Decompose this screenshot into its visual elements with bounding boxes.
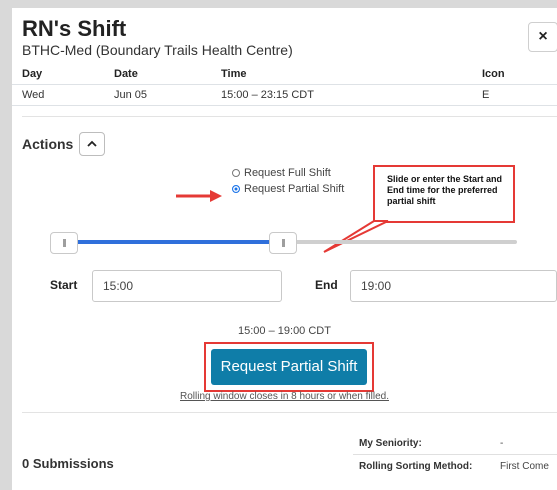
grip-icon <box>282 239 285 247</box>
radio-button-selected[interactable] <box>232 185 240 193</box>
table-row: Wed Jun 05 15:00 – 23:15 CDT E <box>12 85 557 106</box>
seniority-value: - <box>500 438 504 449</box>
rolling-window-note: Rolling window closes in 8 hours or when… <box>180 391 389 402</box>
submissions-count: 0 Submissions <box>22 456 114 471</box>
radio-label: Request Full Shift <box>244 167 331 179</box>
annotation-arrow-icon <box>176 190 222 202</box>
location-subtitle: BTHC-Med (Boundary Trails Health Centre) <box>22 42 293 58</box>
start-time-input[interactable]: 15:00 <box>92 270 282 302</box>
slider-end-handle[interactable] <box>269 232 297 254</box>
grip-icon <box>63 239 66 247</box>
divider <box>353 454 557 455</box>
chevron-up-icon <box>87 140 97 147</box>
page-title: RN's Shift <box>22 16 127 41</box>
cell-date: Jun 05 <box>114 89 148 101</box>
column-header-date: Date <box>114 68 138 80</box>
actions-heading: Actions <box>22 136 74 152</box>
cell-day: Wed <box>22 89 45 101</box>
slider-selected-range[interactable] <box>64 240 276 244</box>
seniority-label: My Seniority: <box>359 438 422 449</box>
end-time-input[interactable]: 19:00 <box>350 270 557 302</box>
column-header-time: Time <box>221 68 247 80</box>
selected-range-text: 15:00 – 19:00 CDT <box>238 325 331 337</box>
table-header-row: Day Date Time Icon <box>12 64 557 85</box>
end-label: End <box>315 278 338 292</box>
radio-button[interactable] <box>232 169 240 177</box>
start-label: Start <box>50 278 78 292</box>
slider-track[interactable] <box>272 240 517 244</box>
divider <box>22 412 557 413</box>
sorting-method-value: First Come <box>500 461 549 472</box>
slider-start-handle[interactable] <box>50 232 78 254</box>
radio-label: Request Partial Shift <box>244 183 345 195</box>
annotation-callout: Slide or enter the Start and End time fo… <box>373 165 515 223</box>
column-header-icon: Icon <box>482 68 505 80</box>
cell-time: 15:00 – 23:15 CDT <box>221 89 314 101</box>
shift-detail-panel: RN's Shift BTHC-Med (Boundary Trails Hea… <box>12 8 557 490</box>
sorting-method-label: Rolling Sorting Method: <box>359 461 473 472</box>
actions-collapse-button[interactable] <box>79 132 105 156</box>
column-header-day: Day <box>22 68 43 80</box>
divider <box>22 116 557 117</box>
close-button[interactable]: × <box>528 22 557 52</box>
callout-pointer-icon <box>323 220 389 253</box>
cell-icon: E <box>482 89 490 101</box>
request-partial-shift-button[interactable]: Request Partial Shift <box>211 349 367 385</box>
